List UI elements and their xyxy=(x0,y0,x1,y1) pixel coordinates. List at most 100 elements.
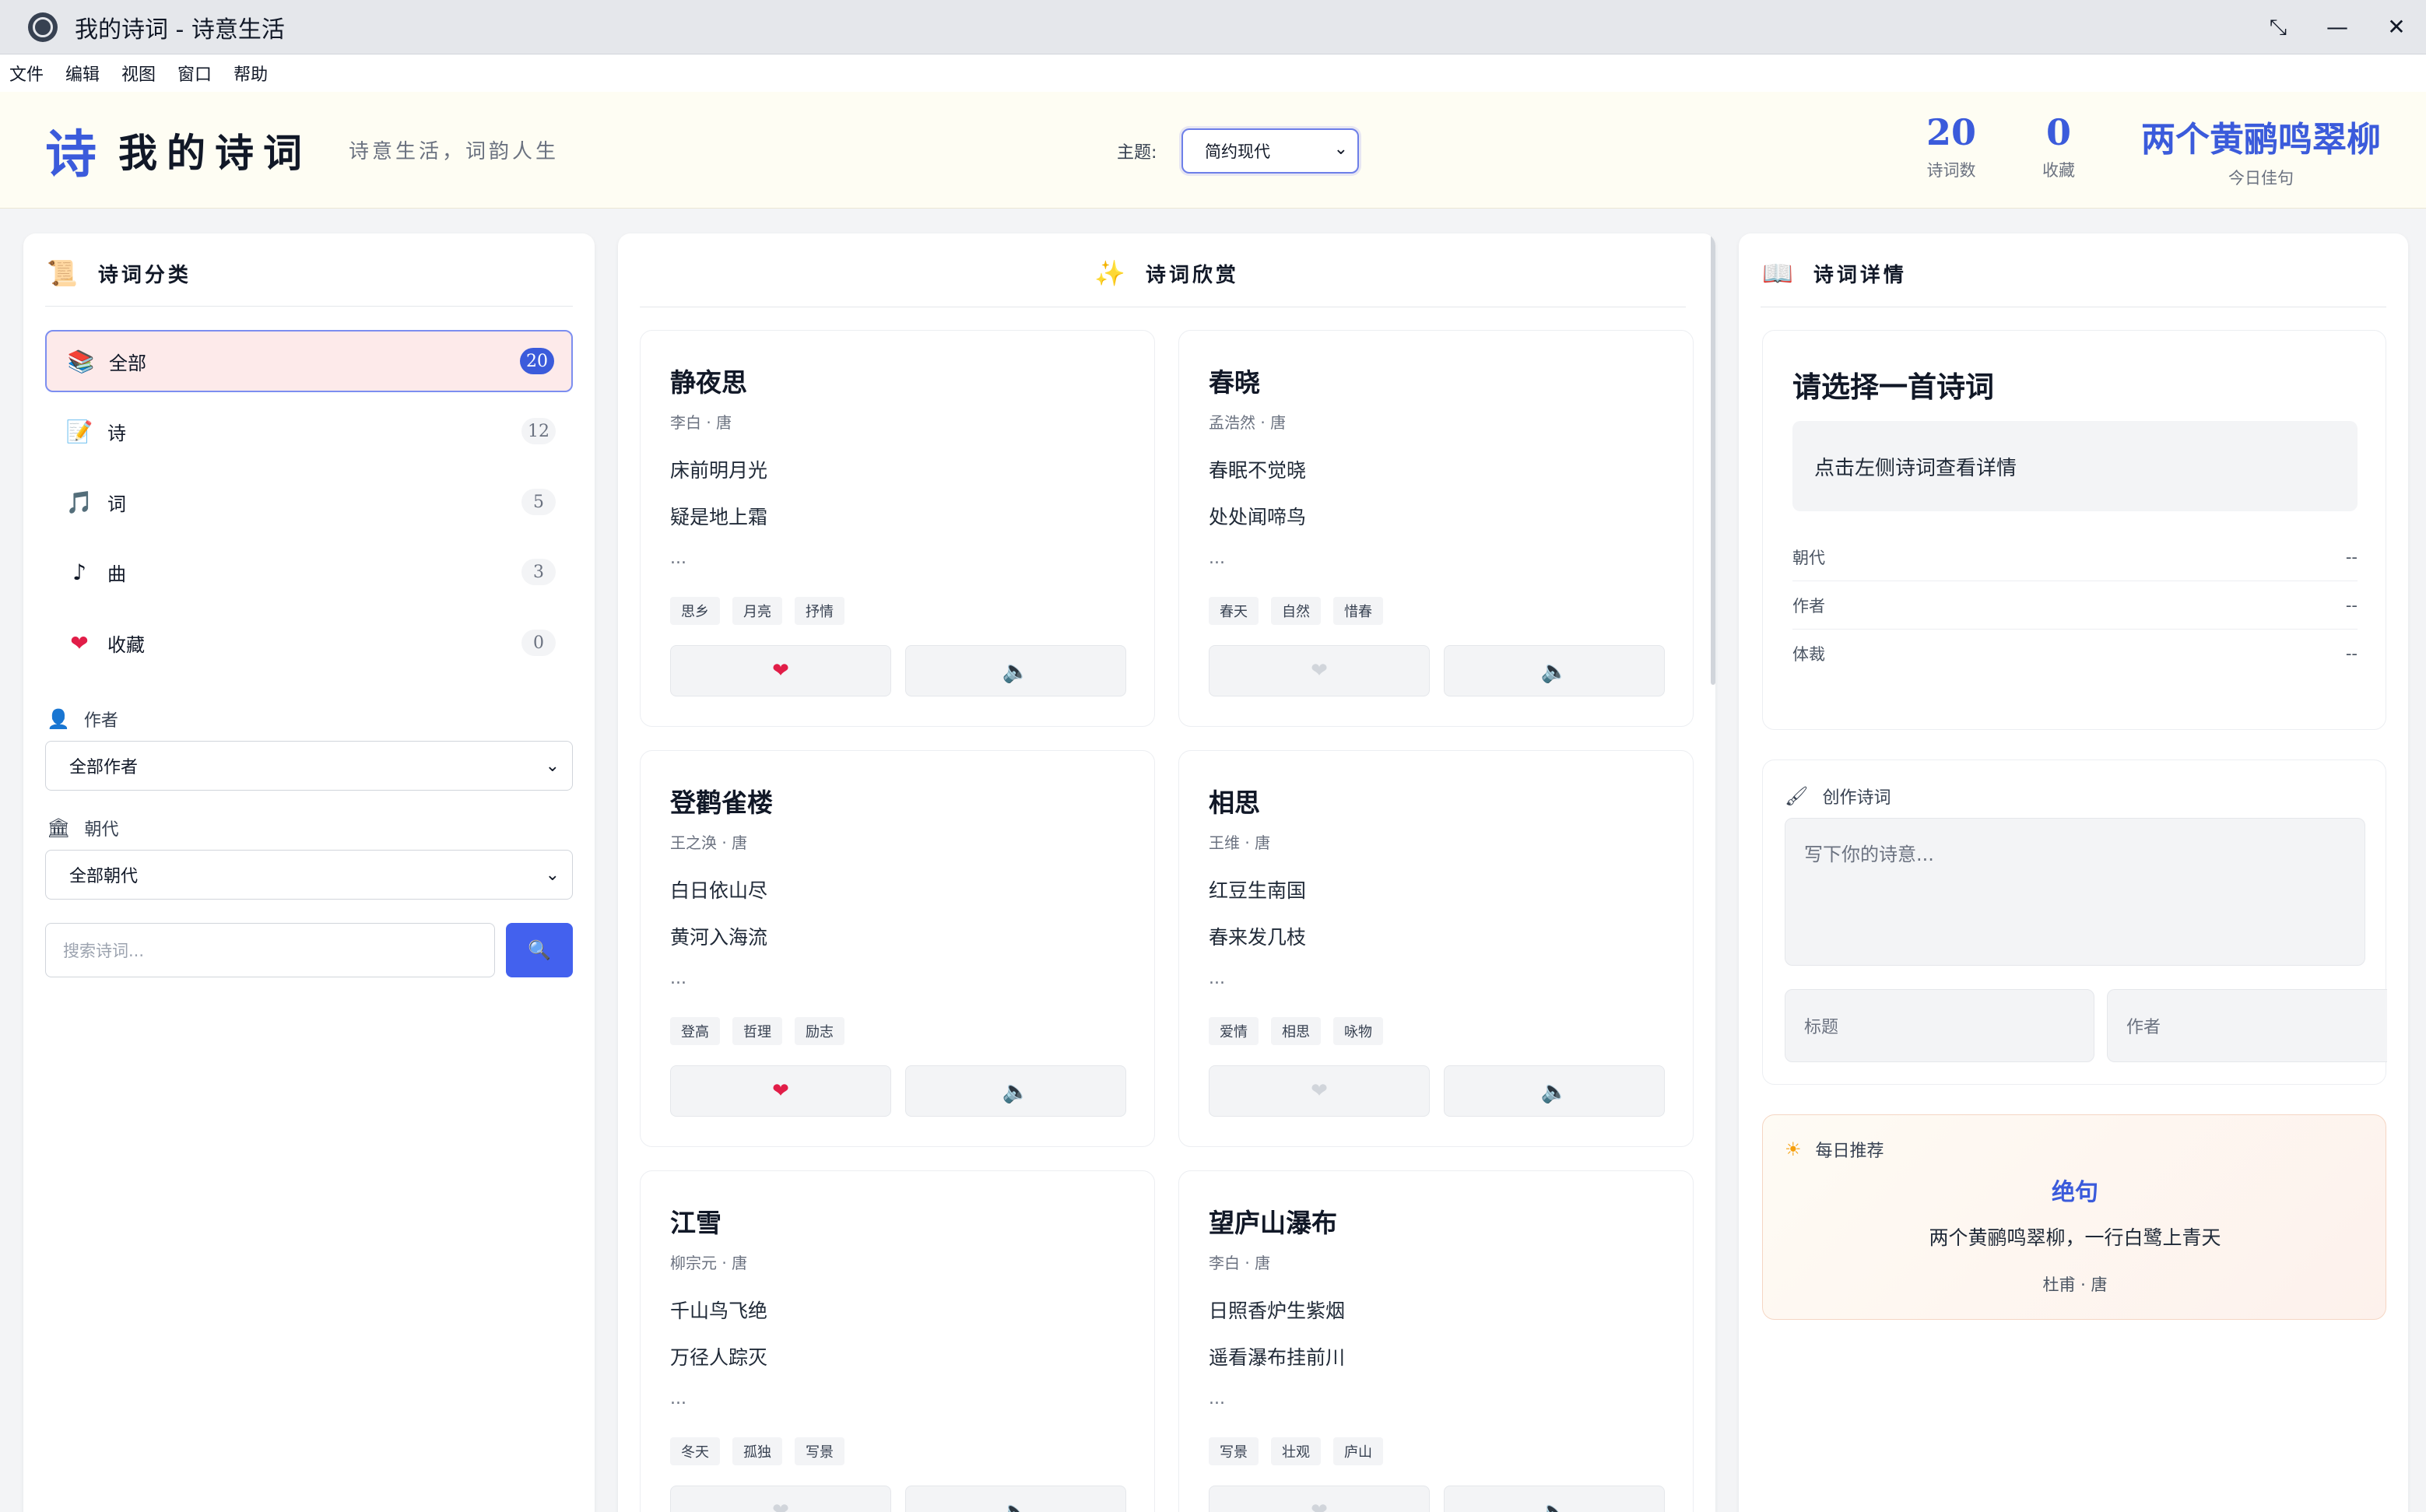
restore-button[interactable]: ⤡ xyxy=(2249,0,2308,54)
read-aloud-button[interactable]: 🔈 xyxy=(1444,645,1665,696)
menu-help[interactable]: 帮助 xyxy=(233,61,268,86)
books-icon: 📚 xyxy=(67,348,95,374)
brush-icon: 🖌 xyxy=(1785,785,1809,807)
read-aloud-button[interactable]: 🔈 xyxy=(1444,1486,1665,1512)
poem-card[interactable]: 登鹳雀楼 王之涣 · 唐 白日依山尽 黄河入海流 ... 登高 哲理 励志 ❤ … xyxy=(640,750,1155,1147)
compose-author-input[interactable]: 作者 xyxy=(2107,989,2387,1062)
stat-poems-count: 20 xyxy=(1926,111,1976,153)
detail-row-label: 作者 xyxy=(1792,596,1825,616)
sun-icon: ☀ xyxy=(1785,1138,1802,1160)
close-button[interactable]: ✕ xyxy=(2367,0,2426,54)
poem-tag[interactable]: 冬天 xyxy=(670,1437,720,1465)
favorite-button[interactable]: ❤ xyxy=(1209,645,1430,696)
poem-line: 春来发几枝 xyxy=(1209,926,1307,949)
poem-tag[interactable]: 哲理 xyxy=(732,1017,782,1045)
category-count: 12 xyxy=(521,418,556,444)
menu-file[interactable]: 文件 xyxy=(9,61,44,86)
poem-gallery-panel: ✨ 诗词欣赏 静夜思 李白 · 唐 床前明月光 疑是地上霜 ... 思乡 月亮 … xyxy=(618,233,1715,1512)
search-icon: 🔍 xyxy=(528,939,551,961)
category-label: 词 xyxy=(107,493,126,515)
eighth-note-icon: ♪ xyxy=(72,559,86,585)
category-shi[interactable]: 📝 诗 12 xyxy=(45,400,573,462)
poem-tag[interactable]: 写景 xyxy=(1209,1437,1259,1465)
poem-ellipsis: ... xyxy=(670,1389,686,1409)
search-button[interactable]: 🔍 xyxy=(506,923,573,977)
poem-tag[interactable]: 抒情 xyxy=(795,597,844,625)
read-aloud-button[interactable]: 🔈 xyxy=(905,1486,1126,1512)
logo: 诗 xyxy=(45,123,97,184)
poem-line: 日照香炉生紫烟 xyxy=(1209,1300,1346,1322)
app-header: 诗 我的诗词 诗意生活，词韵人生 主题: 简约现代 ⌄ 20 诗词数 0 收藏 … xyxy=(0,92,2426,209)
category-all[interactable]: 📚 全部 20 xyxy=(45,330,573,392)
author-filter-label: 👤 作者 xyxy=(47,707,118,731)
search-input[interactable]: 搜索诗词... xyxy=(45,923,495,977)
compose-textarea[interactable]: 写下你的诗意... xyxy=(1785,818,2365,966)
favorite-button[interactable]: ❤ xyxy=(670,1486,891,1512)
stat-daily-quote: 两个黄鹂鸣翠柳 今日佳句 xyxy=(2129,111,2393,189)
theme-select[interactable]: 简约现代 ⌄ xyxy=(1181,128,1359,174)
poem-line: 处处闻啼鸟 xyxy=(1209,506,1307,528)
favorite-button[interactable]: ❤ xyxy=(670,645,891,696)
menu-edit[interactable]: 编辑 xyxy=(65,61,100,86)
poem-tag[interactable]: 庐山 xyxy=(1333,1437,1383,1465)
daily-label-text: 每日推荐 xyxy=(1815,1142,1884,1161)
speaker-icon: 🔈 xyxy=(1002,1078,1030,1104)
category-ci[interactable]: 🎵 词 5 xyxy=(45,471,573,533)
poem-tag[interactable]: 壮观 xyxy=(1271,1437,1321,1465)
minimize-button[interactable]: — xyxy=(2308,0,2367,54)
poem-tag[interactable]: 月亮 xyxy=(732,597,782,625)
read-aloud-button[interactable]: 🔈 xyxy=(905,645,1126,696)
scrollbar[interactable] xyxy=(1711,233,1715,685)
poem-title: 静夜思 xyxy=(670,367,747,398)
category-count: 3 xyxy=(521,559,556,585)
poem-meta: 王之涣 · 唐 xyxy=(670,833,748,852)
poem-tag[interactable]: 思乡 xyxy=(670,597,720,625)
heart-outline-icon: ❤ xyxy=(772,1500,789,1512)
daily-poem-author: 杜甫 · 唐 xyxy=(2042,1275,2108,1294)
poem-line: 床前明月光 xyxy=(670,459,768,482)
heart-icon: ❤ xyxy=(772,1079,789,1103)
favorite-button[interactable]: ❤ xyxy=(670,1065,891,1117)
compose-title-input[interactable]: 标题 xyxy=(1785,989,2094,1062)
poem-tags: 登高 哲理 励志 xyxy=(670,1017,857,1045)
poem-tag[interactable]: 励志 xyxy=(795,1017,844,1045)
detail-row-value: -- xyxy=(2345,547,2358,567)
daily-poem-title: 绝句 xyxy=(2052,1179,2098,1206)
speaker-icon: 🔈 xyxy=(1540,1498,1568,1512)
favorite-button[interactable]: ❤ xyxy=(1209,1486,1430,1512)
poem-card[interactable]: 望庐山瀑布 李白 · 唐 日照香炉生紫烟 遥看瀑布挂前川 ... 写景 壮观 庐… xyxy=(1178,1170,1694,1512)
poem-ellipsis: ... xyxy=(1209,1389,1225,1409)
category-favorites[interactable]: ❤ 收藏 0 xyxy=(45,612,573,674)
category-count: 20 xyxy=(520,348,554,374)
favorite-button[interactable]: ❤ xyxy=(1209,1065,1430,1117)
poem-tag[interactable]: 自然 xyxy=(1271,597,1321,625)
menu-window[interactable]: 窗口 xyxy=(177,61,212,86)
poem-meta: 孟浩然 · 唐 xyxy=(1209,413,1287,432)
read-aloud-button[interactable]: 🔈 xyxy=(1444,1065,1665,1117)
author-select[interactable]: 全部作者 ⌄ xyxy=(45,741,573,791)
poem-tag[interactable]: 惜春 xyxy=(1333,597,1383,625)
poem-card[interactable]: 春晓 孟浩然 · 唐 春眠不觉晓 处处闻啼鸟 ... 春天 自然 惜春 ❤ 🔈 xyxy=(1178,330,1694,727)
category-qu[interactable]: ♪ 曲 3 xyxy=(45,541,573,603)
poem-ellipsis: ... xyxy=(1209,969,1225,988)
poem-tag[interactable]: 登高 xyxy=(670,1017,720,1045)
read-aloud-button[interactable]: 🔈 xyxy=(905,1065,1126,1117)
poem-tag[interactable]: 春天 xyxy=(1209,597,1259,625)
poem-tag[interactable]: 相思 xyxy=(1271,1017,1321,1045)
person-icon: 👤 xyxy=(47,708,70,730)
menu-view[interactable]: 视图 xyxy=(121,61,156,86)
poem-card[interactable]: 江雪 柳宗元 · 唐 千山鸟飞绝 万径人踪灭 ... 冬天 孤独 写景 ❤ 🔈 xyxy=(640,1170,1155,1512)
category-label: 全部 xyxy=(109,352,146,374)
compose-label-text: 创作诗词 xyxy=(1822,788,1891,808)
stat-favorites: 0 收藏 xyxy=(2024,111,2094,181)
poem-tag[interactable]: 爱情 xyxy=(1209,1017,1259,1045)
detail-card: 请选择一首诗词 点击左侧诗词查看详情 朝代 -- 作者 -- 体裁 -- xyxy=(1762,330,2386,730)
poem-card[interactable]: 相思 王维 · 唐 红豆生南国 春来发几枝 ... 爱情 相思 咏物 ❤ 🔈 xyxy=(1178,750,1694,1147)
poem-card[interactable]: 静夜思 李白 · 唐 床前明月光 疑是地上霜 ... 思乡 月亮 抒情 ❤ 🔈 xyxy=(640,330,1155,727)
poem-tag[interactable]: 孤独 xyxy=(732,1437,782,1465)
chevron-down-icon: ⌄ xyxy=(545,865,560,885)
poem-tag[interactable]: 写景 xyxy=(795,1437,844,1465)
poem-tag[interactable]: 咏物 xyxy=(1333,1017,1383,1045)
poem-ellipsis: ... xyxy=(670,969,686,988)
dynasty-select[interactable]: 全部朝代 ⌄ xyxy=(45,850,573,900)
